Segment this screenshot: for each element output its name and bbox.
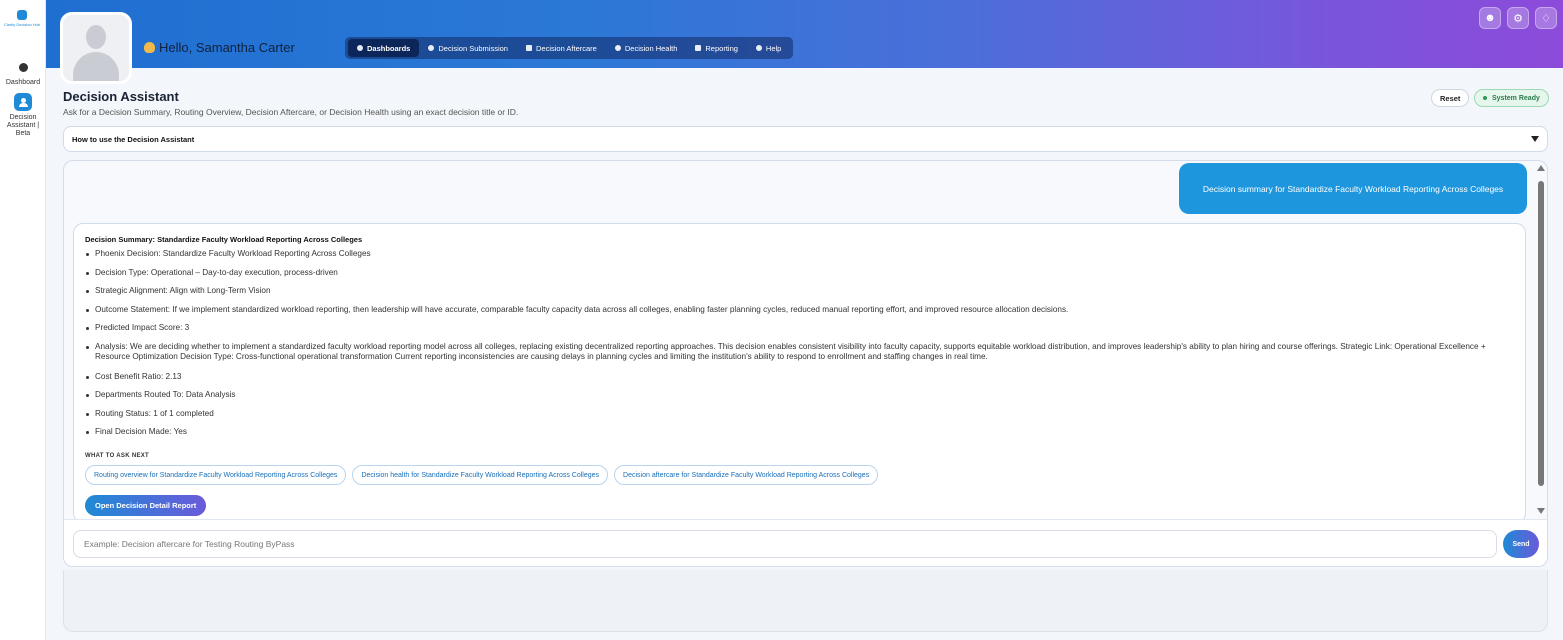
list-item: Predicted Impact Score: 3 <box>85 323 1515 334</box>
nav-label: Decision Aftercare <box>535 43 597 53</box>
status-badge: System Ready <box>1474 89 1549 107</box>
suggestion-chip-health[interactable]: Decision health for Standardize Faculty … <box>352 465 609 485</box>
suggestion-chip-aftercare[interactable]: Decision aftercare for Standardize Facul… <box>614 465 879 485</box>
nav-label: Decision Submission <box>438 43 508 53</box>
nav-decision-aftercare[interactable]: Decision Aftercare <box>517 39 606 57</box>
list-item: Outcome Statement: If we implement stand… <box>85 305 1515 316</box>
user-message-bubble: Decision summary for Standardize Faculty… <box>1179 163 1527 214</box>
page-subtitle: Ask for a Decision Summary, Routing Over… <box>63 107 519 117</box>
dashboard-icon <box>14 58 32 76</box>
nav-label: Reporting <box>705 43 738 53</box>
rail-item-label: Decision Assistant | Beta <box>6 114 40 137</box>
list-item: Phoenix Decision: Standardize Faculty Wo… <box>85 249 1515 260</box>
main-nav: Dashboards Decision Submission Decision … <box>345 37 794 59</box>
rail-item-dashboard[interactable]: Dashboard <box>0 58 46 87</box>
help-icon <box>755 45 762 51</box>
main-content: Decision Assistant Ask for a Decision Su… <box>46 68 1563 640</box>
avatar[interactable] <box>60 12 132 84</box>
nav-label: Decision Health <box>624 43 678 53</box>
logo-text: Clarity Decision Hub <box>3 22 41 27</box>
list-item: Departments Routed To: Data Analysis <box>85 390 1515 401</box>
suggestion-chips: Routing overview for Standardize Faculty… <box>85 465 879 485</box>
health-icon <box>614 45 621 51</box>
assistant-reply-card: Decision Summary: Standardize Faculty Wo… <box>73 223 1526 523</box>
nav-decision-submission[interactable]: Decision Submission <box>419 39 517 57</box>
greeting: Hello, Samantha Carter <box>144 40 295 55</box>
header-actions: ☻ ⚙ ♢ <box>1479 7 1557 29</box>
list-item: Routing Status: 1 of 1 completed <box>85 409 1515 420</box>
accessibility-icon[interactable]: ☻ <box>1479 7 1501 29</box>
assistant-icon <box>14 93 32 111</box>
suggestion-chip-routing[interactable]: Routing overview for Standardize Faculty… <box>85 465 347 485</box>
caret-down-icon <box>1531 136 1539 142</box>
scroll-down-icon[interactable] <box>1537 508 1545 514</box>
pin-icon <box>428 45 435 51</box>
list-item: Decision Type: Operational – Day-to-day … <box>85 268 1515 279</box>
app-logo[interactable]: Clarity Decision Hub <box>4 10 40 32</box>
list-item: Analysis: We are deciding whether to imp… <box>85 342 1515 363</box>
lower-panel <box>63 570 1548 632</box>
header-banner: Dashboards Decision Submission Decision … <box>46 0 1563 68</box>
nav-reporting[interactable]: Reporting <box>686 39 747 57</box>
bell-icon[interactable]: ♢ <box>1535 7 1557 29</box>
reset-button[interactable]: Reset <box>1431 89 1470 107</box>
what-to-ask-next-label: WHAT TO ASK NEXT <box>85 453 150 459</box>
rail-item-decision-assistant[interactable]: Decision Assistant | Beta <box>0 93 46 138</box>
nav-dashboards[interactable]: Dashboards <box>348 39 420 57</box>
logo-mark-icon <box>17 10 27 20</box>
chat-input-row: Send <box>64 519 1547 566</box>
open-report-button[interactable]: Open Decision Detail Report <box>85 495 207 516</box>
list-item: Strategic Alignment: Align with Long-Ter… <box>85 286 1515 297</box>
summary-facts-list: Phoenix Decision: Standardize Faculty Wo… <box>85 249 1515 446</box>
send-button[interactable]: Send <box>1503 530 1539 558</box>
list-item: Final Decision Made: Yes <box>85 427 1515 438</box>
status-dot-icon <box>1483 96 1487 100</box>
gear-icon[interactable]: ⚙ <box>1507 7 1529 29</box>
scroll-up-icon[interactable] <box>1537 165 1545 171</box>
reply-title: Decision Summary: Standardize Faculty Wo… <box>85 235 363 244</box>
list-item: Cost Benefit Ratio: 2.13 <box>85 372 1515 383</box>
how-to-accordion[interactable]: How to use the Decision Assistant <box>63 126 1548 152</box>
nav-label: Dashboards <box>367 43 411 53</box>
page-title: Decision Assistant <box>63 89 179 104</box>
status-label: System Ready <box>1492 94 1540 102</box>
rail-item-label: Dashboard <box>5 79 41 86</box>
greeting-text: Hello, Samantha Carter <box>159 40 295 55</box>
left-rail: Clarity Decision Hub Dashboard Decision … <box>0 0 46 640</box>
aftercare-icon <box>525 45 532 51</box>
chat-input[interactable] <box>73 530 1497 558</box>
nav-label: Help <box>765 43 782 53</box>
reporting-icon <box>695 45 702 51</box>
wave-icon <box>144 42 155 53</box>
nav-help[interactable]: Help <box>747 39 790 57</box>
dashboard-icon <box>357 45 363 51</box>
accordion-label: How to use the Decision Assistant <box>72 134 195 144</box>
chat-panel: Decision summary for Standardize Faculty… <box>63 160 1548 567</box>
nav-decision-health[interactable]: Decision Health <box>606 39 687 57</box>
scrollbar[interactable] <box>1538 181 1544 486</box>
